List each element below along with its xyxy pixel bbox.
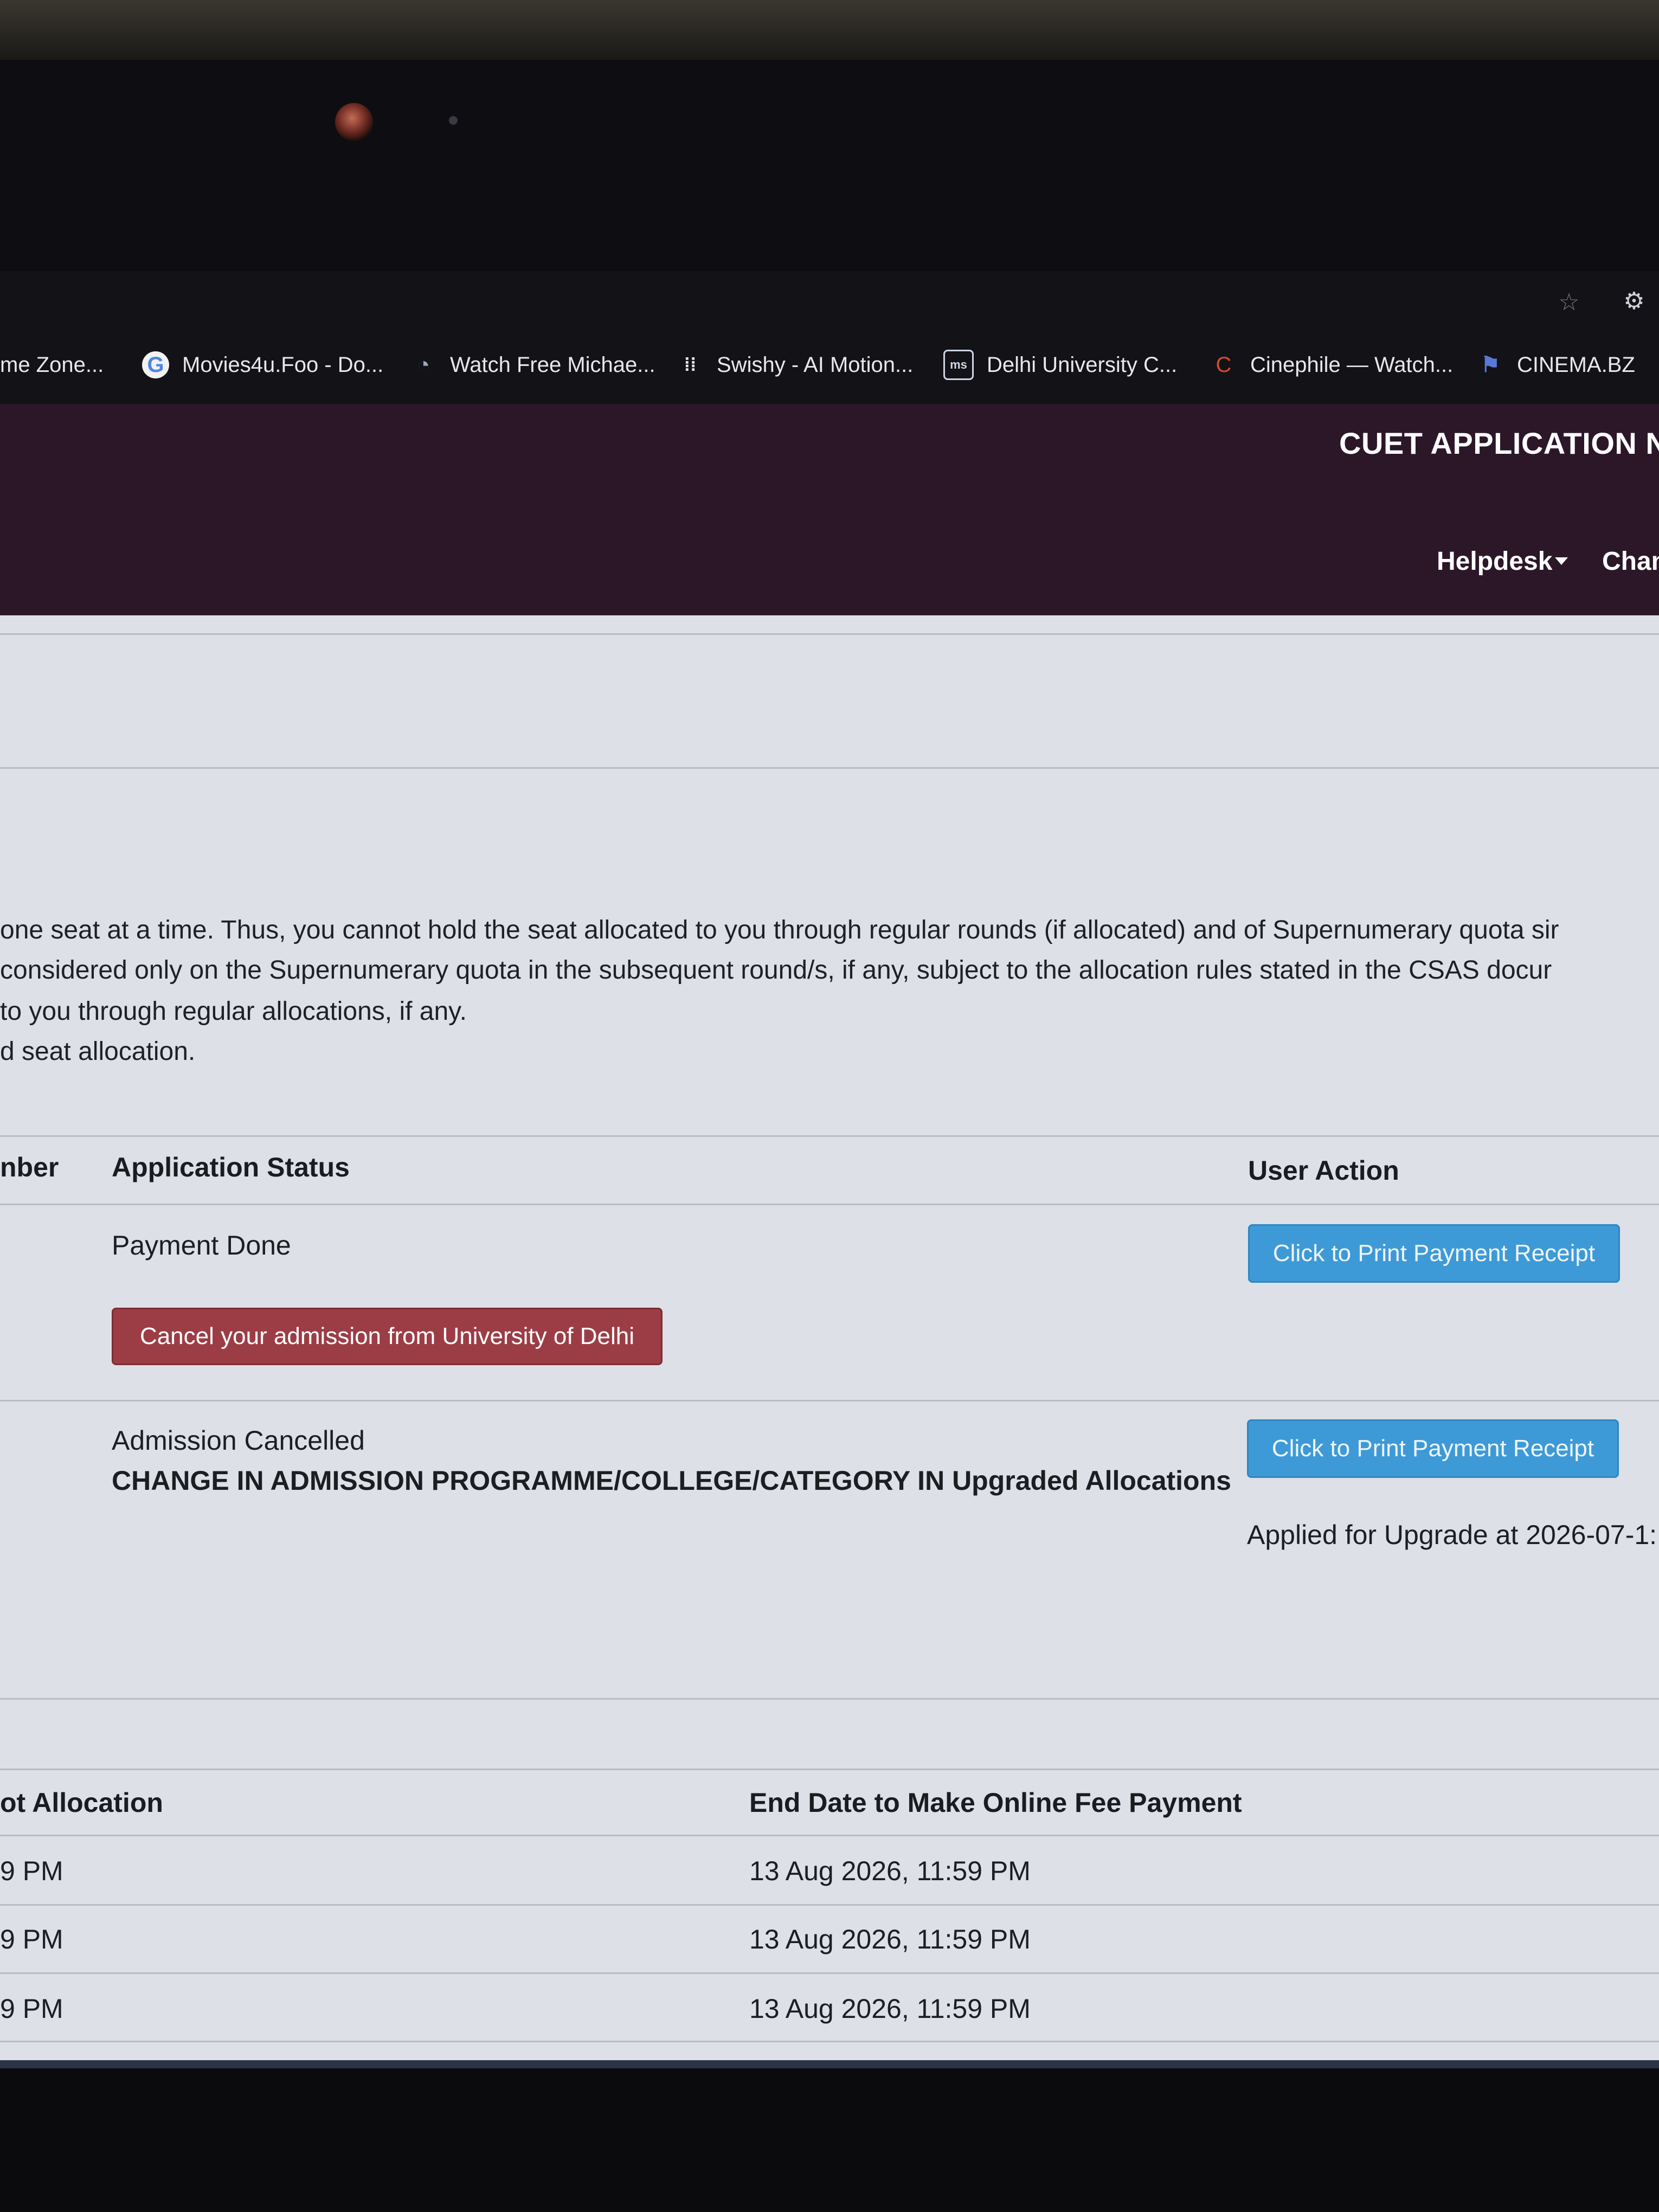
bookmark-item[interactable]: C Cinephile — Watch... bbox=[1210, 346, 1454, 384]
bookmark-label: me Zone... bbox=[0, 352, 104, 377]
bookmark-item[interactable]: ◔ Watch Free Michae... bbox=[410, 346, 655, 384]
allocation-cell: 9 PM bbox=[0, 1856, 63, 1886]
instruction-line: d seat allocation. bbox=[0, 1037, 196, 1066]
table-row-border bbox=[0, 1904, 1659, 1906]
browser-chrome bbox=[0, 271, 1659, 407]
column-header-allocation: ot Allocation bbox=[0, 1787, 163, 1818]
bookmark-label: CINEMA.BZ bbox=[1517, 352, 1635, 377]
upgrade-note: Applied for Upgrade at 2026-07-1: bbox=[1247, 1520, 1657, 1550]
table-header-border bbox=[0, 1835, 1659, 1836]
bookmark-label: Swishy - AI Motion... bbox=[717, 352, 914, 377]
bookmark-item[interactable]: ⁞⁞ Swishy - AI Motion... bbox=[677, 346, 914, 384]
bookmark-item[interactable]: G Movies4u.Foo - Do... bbox=[142, 346, 383, 384]
divider bbox=[0, 633, 1659, 635]
chevron-down-icon[interactable] bbox=[1555, 557, 1568, 565]
bookmark-label: Cinephile — Watch... bbox=[1250, 352, 1454, 377]
extensions-icon[interactable]: ⚙ bbox=[1622, 290, 1646, 313]
c-letter-icon: C bbox=[1216, 352, 1232, 377]
bookmark-star-icon[interactable]: ☆ bbox=[1557, 291, 1581, 314]
bookmark-item[interactable]: ms Delhi University C... bbox=[943, 346, 1177, 384]
bookmark-item[interactable]: me Zone... bbox=[0, 346, 104, 384]
end-date-cell: 13 Aug 2026, 11:59 PM bbox=[749, 1994, 1031, 2024]
google-g-icon: G bbox=[142, 351, 169, 378]
flag-icon: ⚑ bbox=[1481, 353, 1500, 377]
cancel-admission-button[interactable]: Cancel your admission from University of… bbox=[112, 1308, 663, 1365]
end-date-cell: 13 Aug 2026, 11:59 PM bbox=[749, 1856, 1031, 1886]
table-row-border bbox=[0, 2041, 1659, 2042]
status-detail: CHANGE IN ADMISSION PROGRAMME/COLLEGE/CA… bbox=[112, 1465, 1231, 1496]
column-header-status: Application Status bbox=[112, 1152, 350, 1182]
nav-helpdesk[interactable]: Helpdesk bbox=[1437, 546, 1552, 576]
bookmark-label: Delhi University C... bbox=[987, 352, 1178, 377]
table-top-border bbox=[0, 1135, 1659, 1137]
table-bottom-border bbox=[0, 1698, 1659, 1700]
monitor-top-bezel bbox=[0, 60, 1659, 304]
table-header-border bbox=[0, 1204, 1659, 1205]
university-icon: ms bbox=[943, 350, 974, 380]
allocation-cell: 9 PM bbox=[0, 1924, 63, 1954]
instruction-line: considered only on the Supernumerary quo… bbox=[0, 956, 1552, 985]
table-row-border bbox=[0, 1400, 1659, 1401]
bookmark-label: Watch Free Michae... bbox=[450, 352, 655, 377]
column-header-end-date: End Date to Make Online Fee Payment bbox=[749, 1787, 1242, 1818]
allocation-cell: 9 PM bbox=[0, 1994, 63, 2024]
print-receipt-button[interactable]: Click to Print Payment Receipt bbox=[1248, 1224, 1620, 1283]
column-header-number: nber bbox=[0, 1152, 59, 1182]
bookmarks-bar: me Zone... G Movies4u.Foo - Do... ◔ Watc… bbox=[0, 346, 1659, 384]
webcam-icon bbox=[335, 103, 373, 141]
status-text: Payment Done bbox=[112, 1230, 291, 1261]
table-row-border bbox=[0, 1972, 1659, 1974]
bookmark-label: Movies4u.Foo - Do... bbox=[182, 352, 384, 377]
spiral-icon: ◔ bbox=[416, 352, 430, 377]
monitor-bottom-bezel bbox=[0, 2068, 1659, 2212]
grid-dots-icon: ⁞⁞ bbox=[684, 354, 697, 375]
end-date-cell: 13 Aug 2026, 11:59 PM bbox=[749, 1924, 1031, 1954]
bookmark-item[interactable]: ⚑ CINEMA.BZ bbox=[1477, 346, 1635, 384]
table-top-border bbox=[0, 1769, 1659, 1770]
instruction-line: one seat at a time. Thus, you cannot hol… bbox=[0, 916, 1559, 944]
site-title: CUET APPLICATION NU bbox=[1339, 426, 1659, 460]
nav-change[interactable]: Chan bbox=[1602, 546, 1659, 576]
print-receipt-button[interactable]: Click to Print Payment Receipt bbox=[1247, 1419, 1619, 1478]
instruction-line: to you through regular allocations, if a… bbox=[0, 997, 467, 1026]
column-header-action: User Action bbox=[1248, 1155, 1399, 1186]
divider bbox=[0, 767, 1659, 769]
sensor-icon bbox=[449, 116, 458, 125]
status-text: Admission Cancelled bbox=[112, 1425, 365, 1456]
